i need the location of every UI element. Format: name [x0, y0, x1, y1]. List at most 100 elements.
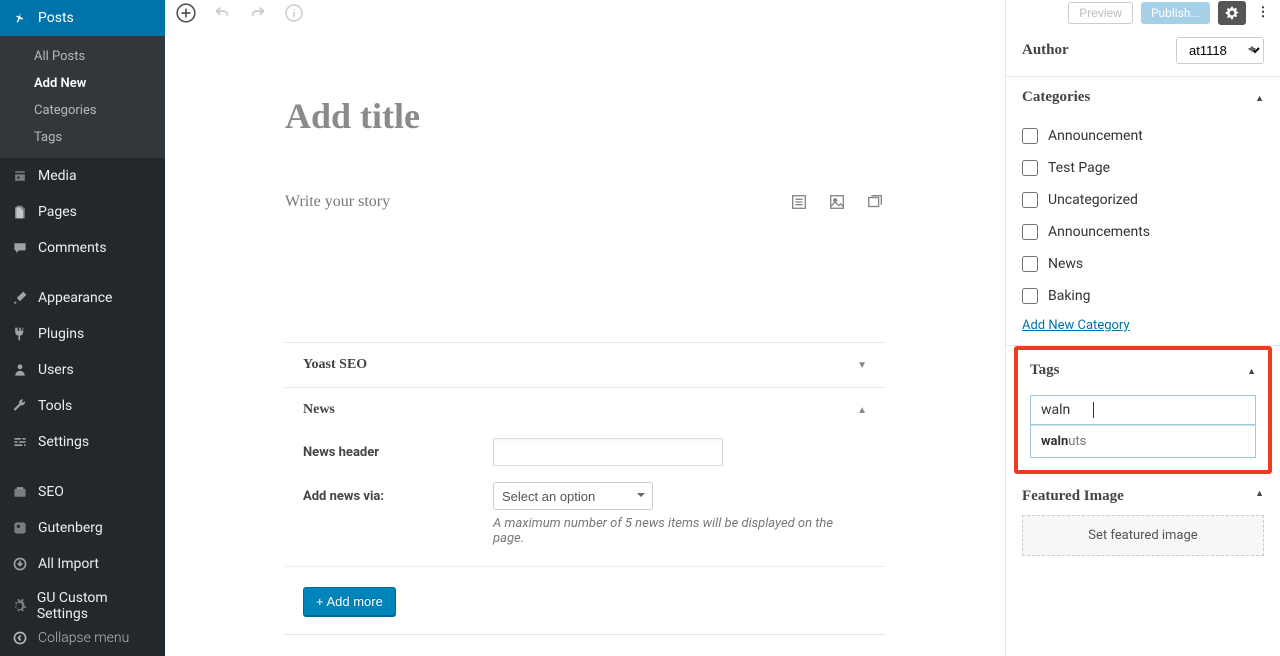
sidebar-item-posts[interactable]: Posts — [0, 0, 165, 36]
plug-icon — [10, 324, 30, 344]
yoast-panel-title: Yoast SEO — [303, 357, 367, 373]
sidebar-item-plugins[interactable]: Plugins — [0, 316, 165, 352]
news-header-input[interactable] — [493, 438, 723, 466]
submenu-categories[interactable]: Categories — [0, 97, 165, 124]
sidebar-item-all-import[interactable]: All Import — [0, 546, 165, 582]
categories-panel-toggle[interactable]: Categories ▲ — [1022, 89, 1264, 106]
category-item[interactable]: Announcement — [1022, 120, 1264, 152]
list-block-icon[interactable] — [789, 192, 809, 212]
editor-toolbar — [165, 0, 1005, 25]
editor-column: Add title Write your story Yoast SEO ▼ — [165, 0, 1005, 656]
sidebar-item-seo[interactable]: SEO — [0, 474, 165, 510]
undo-icon[interactable] — [211, 2, 233, 24]
sidebar-item-label: Settings — [38, 434, 89, 450]
comment-icon — [10, 238, 30, 258]
media-icon — [10, 166, 30, 186]
chevron-up-icon: ▲ — [1255, 93, 1264, 103]
sidebar-item-pages[interactable]: Pages — [0, 194, 165, 230]
image-block-icon[interactable] — [827, 192, 847, 212]
info-icon[interactable] — [283, 2, 305, 24]
category-checkbox[interactable] — [1022, 256, 1038, 272]
collapse-label: Collapse menu — [38, 630, 129, 646]
featured-image-panel-toggle[interactable]: Featured Image ▲ — [1006, 474, 1280, 515]
add-more-button[interactable]: + Add more — [303, 587, 396, 616]
tags-suggestion-item[interactable]: walnuts — [1030, 425, 1256, 458]
sidebar-item-label: All Import — [38, 556, 99, 572]
sidebar-item-label: GU Custom Settings — [37, 590, 155, 622]
chevron-up-icon: ▲ — [1247, 366, 1256, 376]
news-panel-toggle[interactable]: News ▲ — [285, 388, 885, 432]
tags-panel-highlighted: Tags ▲ waln walnuts — [1014, 346, 1272, 474]
sidebar-item-tools[interactable]: Tools — [0, 388, 165, 424]
publish-button[interactable]: Publish... — [1141, 2, 1210, 24]
seo-icon — [10, 482, 30, 502]
category-checkbox[interactable] — [1022, 224, 1038, 240]
collapse-menu[interactable]: Collapse menu — [0, 620, 165, 656]
gutenberg-icon — [10, 518, 30, 538]
brush-icon — [10, 288, 30, 308]
set-featured-image-button[interactable]: Set featured image — [1022, 515, 1264, 556]
category-item[interactable]: Test Page — [1022, 152, 1264, 184]
category-item[interactable]: Uncategorized — [1022, 184, 1264, 216]
gallery-block-icon[interactable] — [865, 192, 885, 212]
add-block-icon[interactable] — [175, 2, 197, 24]
category-item[interactable]: News — [1022, 248, 1264, 280]
tags-title: Tags — [1030, 362, 1059, 379]
story-placeholder[interactable]: Write your story — [285, 193, 390, 211]
sidebar-item-media[interactable]: Media — [0, 158, 165, 194]
category-checkbox[interactable] — [1022, 288, 1038, 304]
add-news-via-label: Add news via: — [303, 489, 493, 504]
settings-sidebar: Preview Publish... ⋮ Author at1118 Categ… — [1005, 0, 1280, 656]
sidebar-item-label: Pages — [38, 204, 77, 220]
featured-image-title: Featured Image — [1022, 488, 1124, 505]
category-item[interactable]: Baking — [1022, 280, 1264, 312]
collapse-icon — [10, 628, 30, 648]
sidebar-item-appearance[interactable]: Appearance — [0, 280, 165, 316]
submenu-add-new[interactable]: Add New — [0, 70, 165, 97]
main-content: Add title Write your story Yoast SEO ▼ — [165, 0, 1280, 656]
news-hint: A maximum number of 5 news items will be… — [493, 516, 867, 546]
sidebar-item-label: Plugins — [38, 326, 84, 342]
submenu-tags[interactable]: Tags — [0, 124, 165, 151]
post-title-input[interactable]: Add title — [285, 95, 885, 137]
gear-icon — [10, 596, 29, 616]
pages-icon — [10, 202, 30, 222]
sidebar-item-label: Users — [38, 362, 74, 378]
category-checkbox[interactable] — [1022, 192, 1038, 208]
more-menu-button[interactable]: ⋮ — [1254, 1, 1272, 25]
category-checkbox[interactable] — [1022, 160, 1038, 176]
sidebar-item-label: Comments — [38, 240, 107, 256]
categories-title: Categories — [1022, 89, 1090, 106]
sidebar-item-gutenberg[interactable]: Gutenberg — [0, 510, 165, 546]
sidebar-item-comments[interactable]: Comments — [0, 230, 165, 266]
preview-button[interactable]: Preview — [1068, 2, 1133, 24]
news-panel-title: News — [303, 402, 335, 418]
user-icon — [10, 360, 30, 380]
add-news-via-select[interactable]: Select an option — [493, 482, 653, 510]
posts-submenu: All Posts Add New Categories Tags — [0, 36, 165, 158]
sidebar-item-settings[interactable]: Settings — [0, 424, 165, 460]
sidebar-item-label: Appearance — [38, 290, 112, 306]
settings-gear-button[interactable] — [1218, 1, 1246, 25]
author-label: Author — [1022, 42, 1069, 59]
category-item[interactable]: Announcements — [1022, 216, 1264, 248]
chevron-up-icon: ▲ — [857, 405, 867, 416]
author-select[interactable]: at1118 — [1176, 37, 1264, 64]
tags-panel-toggle[interactable]: Tags ▲ — [1030, 362, 1256, 379]
text-cursor — [1093, 402, 1094, 418]
tags-input[interactable]: waln — [1030, 395, 1256, 425]
redo-icon[interactable] — [247, 2, 269, 24]
add-category-link[interactable]: Add New Category — [1022, 318, 1130, 333]
sidebar-item-users[interactable]: Users — [0, 352, 165, 388]
editor-body: Add title Write your story Yoast SEO ▼ — [165, 95, 1005, 635]
chevron-up-icon: ▲ — [1255, 488, 1264, 505]
category-checkbox[interactable] — [1022, 128, 1038, 144]
sidebar-item-label: Media — [38, 168, 77, 184]
submenu-all-posts[interactable]: All Posts — [0, 43, 165, 70]
sidebar-item-label: Gutenberg — [38, 520, 103, 536]
chevron-down-icon: ▼ — [857, 360, 867, 371]
admin-sidebar: Posts All Posts Add New Categories Tags … — [0, 0, 165, 656]
pin-icon — [10, 8, 30, 28]
yoast-panel-toggle[interactable]: Yoast SEO ▼ — [285, 343, 885, 387]
import-icon — [10, 554, 30, 574]
